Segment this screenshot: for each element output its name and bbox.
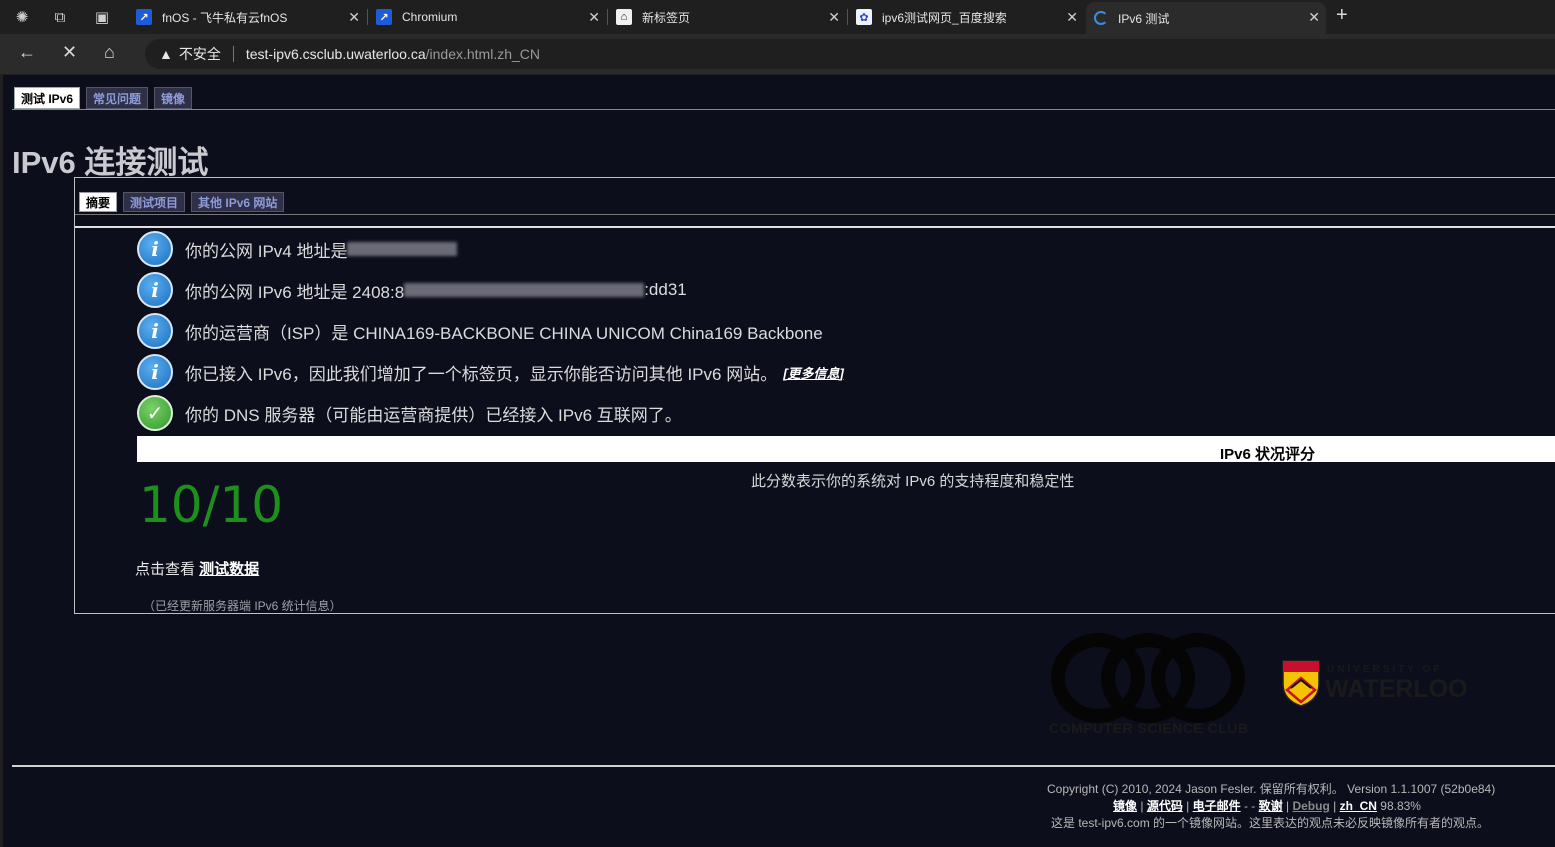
tab-mirrors[interactable]: 镜像	[154, 87, 193, 109]
result-isp: i 你的运营商（ISP）是 CHINA169-BACKBONE CHINA UN…	[137, 313, 823, 349]
info-icon: i	[137, 354, 173, 390]
close-icon[interactable]: ✕	[588, 9, 600, 26]
close-icon[interactable]: ✕	[1308, 9, 1320, 26]
check-icon: ✓	[137, 395, 173, 431]
score-title: IPv6 状况评分	[1220, 446, 1316, 463]
url-host: test-ipv6.csclub.uwaterloo.ca	[245, 46, 426, 62]
stop-icon[interactable]: ✕	[62, 42, 77, 63]
result-text: 你已接入 IPv6，因此我们增加了一个标签页，显示你能否访问其他 IPv6 网站…	[185, 364, 778, 384]
footer-link-locale[interactable]: zh_CN	[1340, 799, 1377, 813]
footer-links: 镜像 | 源代码 | 电子邮件 - - 致谢 | Debug | zh_CN 9…	[1113, 799, 1421, 813]
tab-title: ipv6测试网页_百度搜索	[882, 10, 1007, 25]
footer-link-mirrors[interactable]: 镜像	[1113, 799, 1137, 813]
fnos-icon: ↗	[136, 9, 152, 25]
result-text: 你的 DNS 服务器（可能由运营商提供）已经接入 IPv6 互联网了。	[185, 405, 682, 425]
result-ipv6: i 你的公网 IPv6 地址是 2408:8 :dd31	[137, 272, 687, 308]
footer-link-thanks[interactable]: 致谢	[1259, 799, 1283, 813]
see-data-line: 点击查看 测试数据	[135, 558, 259, 579]
tab-title: IPv6 测试	[1118, 11, 1170, 26]
info-icon: i	[137, 272, 173, 308]
info-icon: i	[137, 231, 173, 267]
tab-newtab[interactable]: ⌂ 新标签页 ✕	[608, 2, 846, 32]
address-bar[interactable]: ▲ 不安全 test-ipv6.csclub.uwaterloo.ca/inde…	[145, 39, 1555, 69]
score-value: 10/10	[139, 476, 284, 534]
redacted-ip	[347, 242, 458, 256]
url-path: /index.html.zh_CN	[425, 46, 541, 62]
newtab-icon: ⌂	[616, 9, 632, 25]
back-icon[interactable]: ←	[18, 42, 36, 63]
tab-other-sites[interactable]: 其他 IPv6 网站	[191, 192, 285, 212]
tab-title: fnOS - 飞牛私有云fnOS	[162, 10, 288, 25]
csc-logo-text: COMPUTER SCIENCE CLUB	[1049, 720, 1249, 736]
result-text: 你的运营商（ISP）是 CHINA169-BACKBONE CHINA UNIC…	[185, 323, 823, 343]
page-content: 测试 IPv6 常见问题 镜像 IPv6 连接测试 摘要 测试项目 其他 IPv…	[3, 75, 1555, 847]
result-text: 你的公网 IPv4 地址是	[185, 241, 348, 261]
results-panel: 摘要 测试项目 其他 IPv6 网站 i 你的公网 IPv4 地址是 i 你的公…	[74, 177, 1555, 614]
tab-title: Chromium	[402, 10, 458, 24]
tab-test-ipv6[interactable]: 测试 IPv6	[14, 87, 81, 109]
more-info-link[interactable]: [更多信息]	[783, 363, 844, 382]
address-toolbar: ← ✕ ⌂ ▲ 不安全 test-ipv6.csclub.uwaterloo.c…	[0, 34, 1555, 74]
baidu-icon: ✿	[856, 9, 872, 25]
mirror-note: 这是 test-ipv6.com 的一个镜像网站。这里表达的观点未必反映镜像所有…	[1051, 816, 1490, 830]
profile-icon[interactable]: ✺	[8, 3, 36, 31]
result-dns: ✓ 你的 DNS 服务器（可能由运营商提供）已经接入 IPv6 互联网了。	[137, 395, 682, 431]
workspaces-icon[interactable]: ⧉	[46, 3, 74, 31]
result-text: 你的公网 IPv6 地址是 2408:8	[185, 282, 405, 302]
result-tail: :dd31	[644, 280, 687, 299]
tab-baidu[interactable]: ✿ ipv6测试网页_百度搜索 ✕	[848, 2, 1084, 32]
info-icon: i	[137, 313, 173, 349]
redacted-ip	[404, 283, 645, 297]
close-icon[interactable]: ✕	[348, 9, 360, 26]
test-data-link[interactable]: 测试数据	[199, 561, 259, 578]
tab-faq[interactable]: 常见问题	[86, 87, 149, 109]
see-data-prefix: 点击查看	[135, 561, 200, 578]
new-tab-icon[interactable]: +	[1336, 4, 1348, 27]
uw-logo-big: WATERLOO	[1325, 675, 1468, 703]
vertical-tabs-icon[interactable]: ▣	[88, 3, 116, 31]
loading-icon	[1094, 11, 1108, 25]
tab-fnos[interactable]: ↗ fnOS - 飞牛私有云fnOS ✕	[128, 2, 366, 32]
browser-tab-strip: ✺ ⧉ ▣ ↗ fnOS - 飞牛私有云fnOS ✕ ↗ Chromium ✕ …	[0, 0, 1555, 34]
uwaterloo-logo[interactable]: UNIVERSITY OF WATERLOO	[1281, 658, 1471, 708]
close-icon[interactable]: ✕	[828, 9, 840, 26]
locale-percent: 98.83%	[1380, 799, 1421, 813]
top-nav: 测试 IPv6 常见问题 镜像	[14, 87, 193, 109]
fnos-icon: ↗	[376, 9, 392, 25]
score-description: 此分数表示你的系统对 IPv6 的支持程度和稳定性	[751, 473, 1075, 490]
tab-chromium[interactable]: ↗ Chromium ✕	[368, 2, 606, 32]
footer-link-email[interactable]: 电子邮件	[1193, 799, 1241, 813]
updated-note: （已经更新服务器端 IPv6 统计信息）	[143, 599, 342, 613]
warning-icon[interactable]: ▲	[159, 46, 173, 62]
page-title: IPv6 连接测试	[12, 145, 209, 180]
uw-logo-small: UNIVERSITY OF	[1327, 664, 1443, 675]
footer-link-debug[interactable]: Debug	[1292, 799, 1329, 813]
sub-nav: 摘要 测试项目 其他 IPv6 网站	[79, 192, 285, 212]
security-label[interactable]: 不安全	[179, 44, 221, 64]
tab-summary[interactable]: 摘要	[79, 192, 118, 212]
result-ipv4: i 你的公网 IPv4 地址是	[137, 231, 458, 267]
tab-ipv6-test[interactable]: IPv6 测试 ✕	[1086, 2, 1326, 34]
result-ipv6-tab: i 你已接入 IPv6，因此我们增加了一个标签页，显示你能否访问其他 IPv6 …	[137, 354, 844, 390]
score-header-bar	[137, 436, 1555, 462]
footer-link-source[interactable]: 源代码	[1147, 799, 1183, 813]
copyright: Copyright (C) 2010, 2024 Jason Fesler. 保…	[1047, 782, 1496, 796]
tab-title: 新标签页	[642, 10, 691, 25]
close-icon[interactable]: ✕	[1066, 9, 1078, 26]
tab-tests[interactable]: 测试项目	[123, 192, 186, 212]
home-icon[interactable]: ⌂	[104, 42, 115, 63]
